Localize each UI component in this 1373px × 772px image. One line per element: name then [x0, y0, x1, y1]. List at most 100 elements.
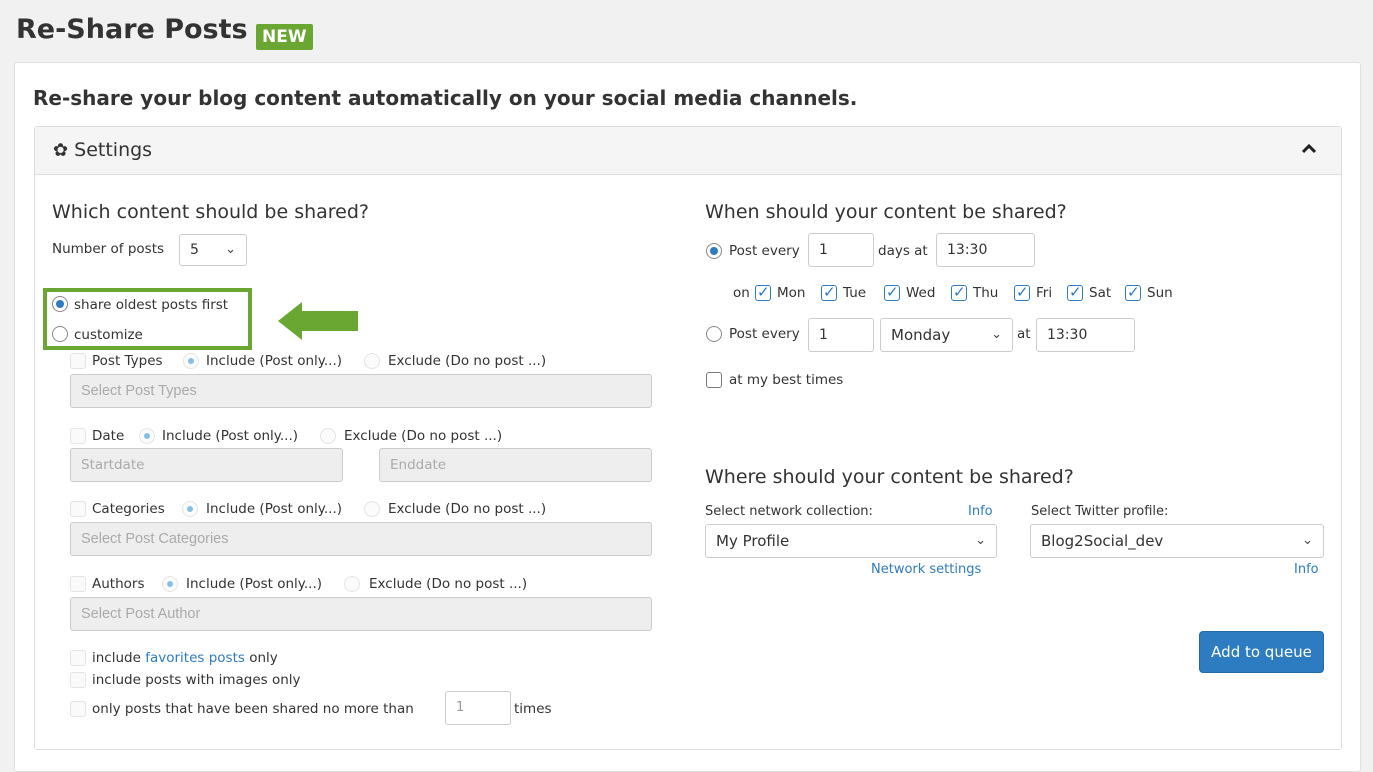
oldest-posts-radio[interactable] — [52, 296, 68, 312]
chevron-down-icon: ⌄ — [1302, 533, 1313, 548]
shared-limit-label: only posts that have been shared no more… — [92, 701, 414, 717]
post-every-week-label: Post every — [729, 326, 800, 342]
page-subtitle: Re-share your blog content automatically… — [33, 86, 858, 110]
day-wed-label: Wed — [906, 285, 936, 301]
network-collection-select[interactable]: My Profile ⌄ — [705, 524, 997, 558]
number-of-posts-select[interactable]: 5 ⌄ — [179, 234, 247, 266]
authors-include-label: Include (Post only...) — [186, 576, 323, 592]
categories-exclude-label: Exclude (Do no post ...) — [388, 501, 547, 517]
shared-limit-suffix: times — [514, 701, 552, 717]
categories-checkbox[interactable] — [70, 501, 86, 517]
day-sat-checkbox[interactable] — [1067, 283, 1083, 301]
customize-radio[interactable] — [52, 326, 68, 342]
favorites-prefix: include — [92, 650, 141, 666]
startdate-input[interactable]: Startdate — [70, 448, 343, 482]
date-label: Date — [92, 428, 125, 444]
categories-input[interactable]: Select Post Categories — [70, 522, 652, 556]
schedule-heading: When should your content be shared? — [705, 201, 1067, 223]
authors-include-radio[interactable] — [162, 576, 178, 592]
day-thu-checkbox[interactable] — [951, 283, 967, 301]
twitter-profile-select[interactable]: Blog2Social_dev ⌄ — [1030, 524, 1324, 558]
best-times-label: at my best times — [729, 372, 844, 388]
gear-icon: ✿ — [53, 140, 69, 161]
chevron-down-icon: ⌄ — [975, 533, 986, 548]
number-of-posts-value: 5 — [190, 242, 199, 258]
chevron-down-icon: ⌄ — [225, 242, 236, 257]
weekday-select[interactable]: Monday ⌄ — [880, 318, 1013, 352]
favorites-suffix: only — [249, 650, 278, 666]
day-tue-checkbox[interactable] — [821, 283, 837, 301]
day-fri-checkbox[interactable] — [1014, 283, 1030, 301]
on-label: on — [733, 285, 750, 301]
page-title: Re-Share Posts — [16, 14, 248, 45]
number-of-posts-label: Number of posts — [52, 241, 165, 257]
shared-limit-input[interactable]: 1 — [445, 691, 511, 725]
new-badge: NEW — [256, 24, 313, 50]
post-types-exclude-radio[interactable] — [364, 353, 380, 369]
images-only-checkbox[interactable] — [70, 672, 86, 688]
day-fri-label: Fri — [1036, 285, 1053, 301]
enddate-input[interactable]: Enddate — [379, 448, 652, 482]
network-info-link[interactable]: Info — [968, 503, 993, 521]
favorites-link[interactable]: favorites posts — [145, 650, 245, 666]
network-collection-label: Select network collection: — [705, 504, 873, 519]
date-include-label: Include (Post only...) — [162, 428, 299, 444]
content-heading: Which content should be shared? — [52, 201, 370, 223]
day-wed-checkbox[interactable] — [884, 283, 900, 301]
twitter-info-link[interactable]: Info — [1294, 561, 1319, 579]
at-label: at — [1017, 326, 1031, 342]
date-include-radio[interactable] — [139, 428, 155, 444]
post-types-checkbox[interactable] — [70, 353, 86, 369]
chevron-up-icon[interactable] — [1301, 139, 1317, 158]
oldest-posts-label: share oldest posts first — [74, 297, 229, 313]
date-exclude-label: Exclude (Do no post ...) — [344, 428, 503, 444]
network-collection-value: My Profile — [716, 532, 790, 550]
customize-label: customize — [74, 327, 143, 343]
twitter-profile-label: Select Twitter profile: — [1031, 504, 1169, 519]
categories-label: Categories — [92, 501, 165, 517]
authors-exclude-radio[interactable] — [344, 576, 360, 592]
day-mon-label: Mon — [777, 285, 806, 301]
date-checkbox[interactable] — [70, 428, 86, 444]
arrow-left-icon — [278, 302, 360, 344]
categories-exclude-radio[interactable] — [364, 501, 380, 517]
categories-include-label: Include (Post only...) — [206, 501, 343, 517]
weekly-time-input[interactable]: 13:30 — [1036, 318, 1135, 352]
weekday-value: Monday — [891, 326, 951, 344]
post-types-include-label: Include (Post only...) — [206, 353, 343, 369]
shared-limit-checkbox[interactable] — [70, 701, 86, 717]
add-to-queue-button[interactable]: Add to queue — [1199, 631, 1324, 673]
authors-input[interactable]: Select Post Author — [70, 597, 652, 631]
day-mon-checkbox[interactable] — [755, 283, 771, 301]
settings-title-label: Settings — [74, 139, 153, 161]
day-thu-label: Thu — [973, 285, 999, 301]
post-every-days-radio[interactable] — [706, 243, 722, 259]
date-exclude-radio[interactable] — [320, 428, 336, 444]
day-tue-label: Tue — [843, 285, 867, 301]
days-time-input[interactable]: 13:30 — [936, 233, 1035, 267]
post-every-week-radio[interactable] — [706, 326, 722, 342]
day-sat-label: Sat — [1089, 285, 1112, 301]
favorites-checkbox[interactable] — [70, 650, 86, 666]
day-sun-label: Sun — [1147, 285, 1173, 301]
authors-exclude-label: Exclude (Do no post ...) — [369, 576, 528, 592]
best-times-checkbox[interactable] — [706, 372, 722, 388]
post-types-input[interactable]: Select Post Types — [70, 374, 652, 408]
days-at-label: days at — [878, 243, 928, 259]
weekly-interval-input[interactable]: 1 — [808, 318, 874, 352]
post-types-label: Post Types — [92, 353, 163, 369]
days-interval-input[interactable]: 1 — [808, 233, 874, 267]
settings-title[interactable]: ✿ Settings — [53, 139, 152, 161]
post-types-exclude-label: Exclude (Do no post ...) — [388, 353, 547, 369]
day-sun-checkbox[interactable] — [1125, 283, 1141, 301]
favorites-label: include favorites posts only — [92, 649, 278, 667]
network-settings-link[interactable]: Network settings — [871, 561, 981, 579]
categories-include-radio[interactable] — [182, 501, 198, 517]
authors-label: Authors — [92, 576, 145, 592]
post-every-label: Post every — [729, 243, 800, 259]
chevron-down-icon: ⌄ — [991, 327, 1002, 342]
where-heading: Where should your content be shared? — [705, 466, 1074, 488]
post-types-include-radio[interactable] — [183, 353, 199, 369]
settings-panel-header[interactable] — [35, 127, 1341, 175]
authors-checkbox[interactable] — [70, 576, 86, 592]
